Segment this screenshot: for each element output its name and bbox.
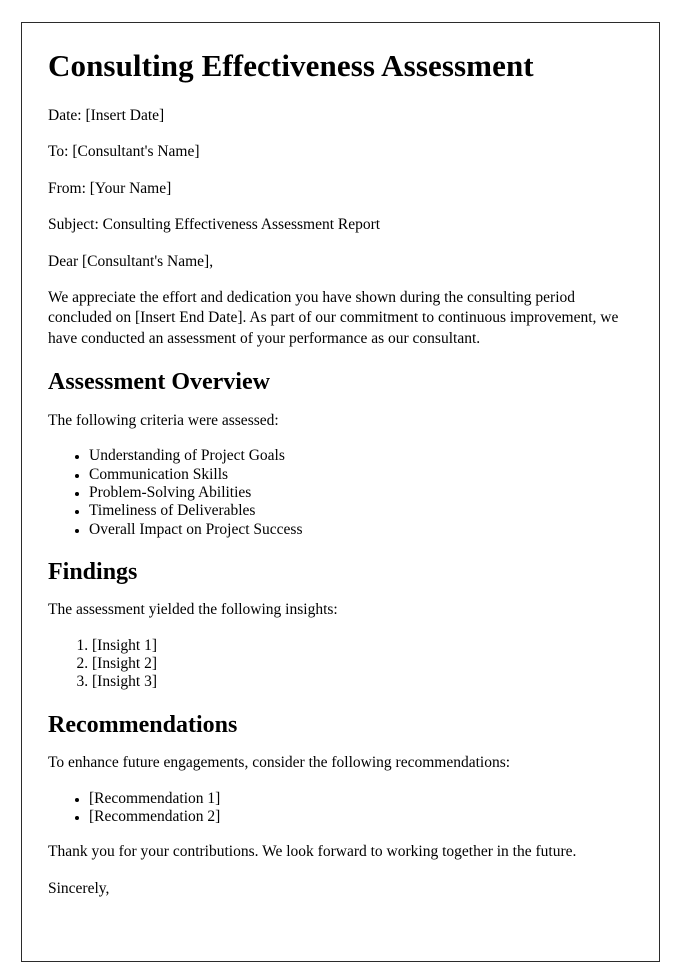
page-title: Consulting Effectiveness Assessment [48, 48, 534, 83]
list-item: [Insight 3] [92, 673, 635, 691]
document-page: Consulting Effectiveness Assessment Date… [21, 22, 660, 962]
header-line-date: Date: [Insert Date] [48, 106, 165, 124]
list-item: Timeliness of Deliverables [89, 502, 635, 520]
signoff: Sincerely, [48, 879, 110, 897]
section-lead-in-recommendations: To enhance future engagements, consider … [48, 754, 511, 772]
section-heading-findings: Findings [48, 558, 138, 585]
intro-paragraph: We appreciate the effort and dedication … [48, 288, 619, 347]
header-line-to: To: [Consultant's Name] [48, 143, 200, 161]
section-heading-recommendations: Recommendations [48, 711, 238, 738]
list-item: [Recommendation 2] [89, 808, 635, 826]
list-item: [Recommendation 1] [89, 790, 635, 808]
list-item: [Insight 2] [92, 655, 635, 673]
findings-list: [Insight 1] [Insight 2] [Insight 3] [48, 637, 635, 692]
list-item: Problem-Solving Abilities [89, 484, 635, 502]
list-item: Overall Impact on Project Success [89, 521, 635, 539]
list-item: [Insight 1] [92, 637, 635, 655]
list-item: Understanding of Project Goals [89, 447, 635, 465]
section-lead-in-findings: The assessment yielded the following ins… [48, 601, 338, 619]
list-item: Communication Skills [89, 466, 635, 484]
header-line-subject: Subject: Consulting Effectiveness Assess… [48, 216, 381, 234]
recommendations-list: [Recommendation 1] [Recommendation 2] [48, 790, 635, 827]
section-lead-in-assessment-overview: The following criteria were assessed: [48, 411, 279, 429]
document-body: Consulting Effectiveness Assessment Date… [22, 23, 659, 899]
assessment-criteria-list: Understanding of Project Goals Communica… [48, 447, 635, 538]
header-line-from: From: [Your Name] [48, 179, 172, 197]
closing-paragraph: Thank you for your contributions. We loo… [48, 843, 577, 861]
section-heading-assessment-overview: Assessment Overview [48, 369, 270, 396]
salutation: Dear [Consultant's Name], [48, 252, 214, 270]
